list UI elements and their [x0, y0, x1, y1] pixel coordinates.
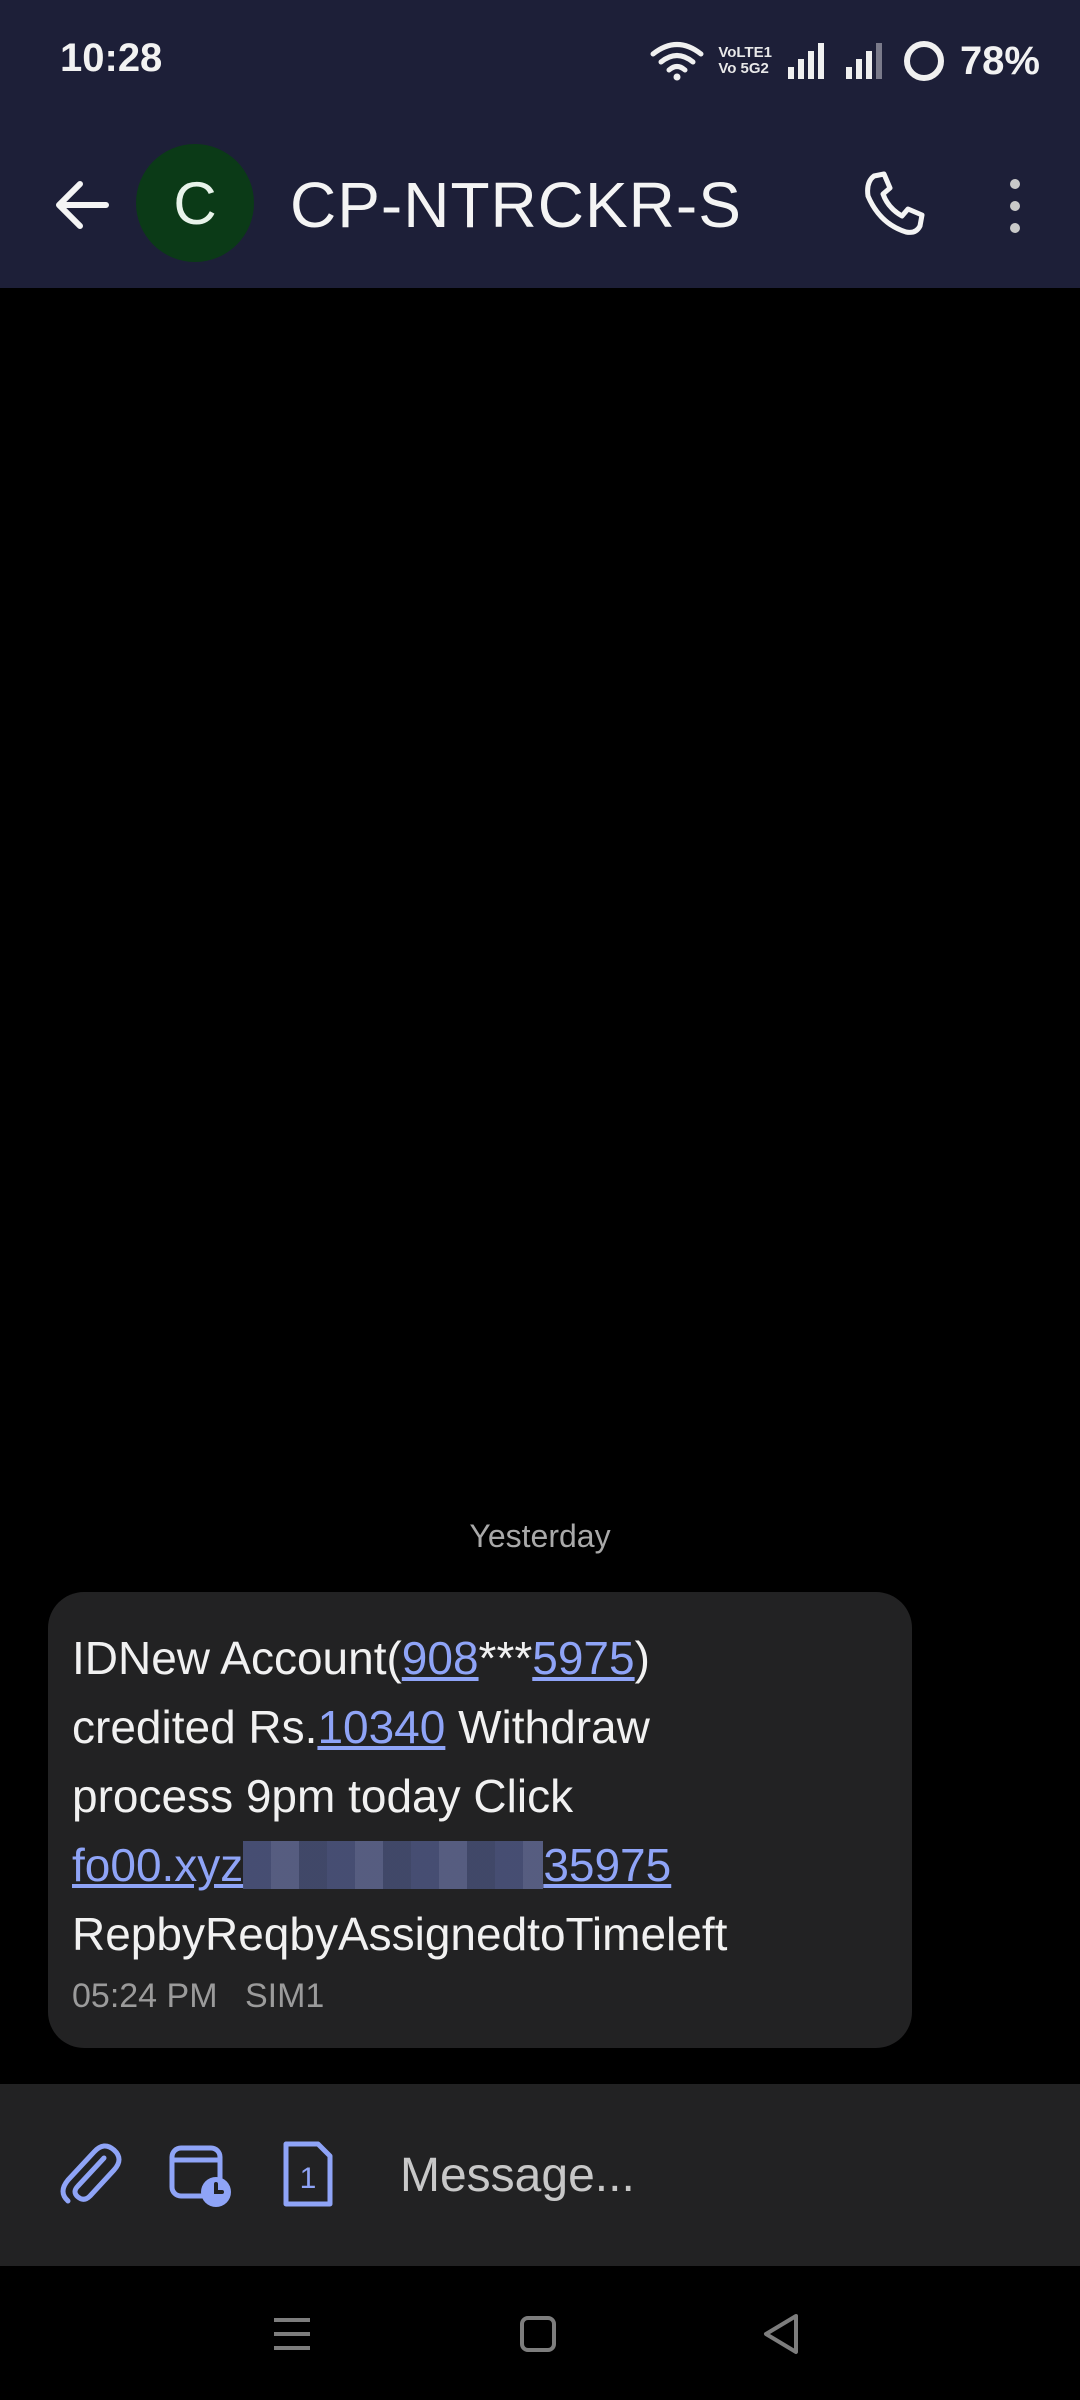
avatar[interactable]: C	[136, 144, 254, 262]
home-icon[interactable]	[508, 2304, 568, 2364]
message-input[interactable]	[400, 2140, 1000, 2210]
message-bubble[interactable]: IDNew Account(908***5975) credited Rs.10…	[48, 1592, 912, 2048]
schedule-icon[interactable]	[158, 2134, 238, 2214]
message-sim: SIM1	[244, 1977, 325, 2015]
phone-icon[interactable]	[858, 168, 928, 240]
text-fragment: credited Rs.	[72, 1701, 318, 1753]
recents-icon[interactable]	[262, 2304, 322, 2364]
avatar-letter: C	[173, 169, 217, 237]
text-fragment: IDNew Account(	[72, 1632, 402, 1684]
message-time: 05:24 PM	[72, 1977, 218, 2015]
top-bar: 10:28 VoLTE1 Vo 5G2 78% C CP-NTRCKR-S	[0, 0, 1080, 288]
message-line: IDNew Account(908***5975)	[72, 1624, 888, 1693]
signal-icon-sim2	[845, 43, 882, 79]
paperclip-icon[interactable]	[50, 2134, 130, 2214]
message-meta: 05:24 PM SIM1	[72, 1977, 888, 2016]
sim-icon[interactable]: 1	[268, 2134, 348, 2214]
url-link-end: 35975	[543, 1839, 672, 1891]
conversation-header: C CP-NTRCKR-S	[0, 130, 1080, 280]
status-bar: 10:28 VoLTE1 Vo 5G2 78%	[0, 0, 1080, 120]
message-text: IDNew Account(908***5975) credited Rs.10…	[72, 1624, 888, 1969]
redacted-block	[243, 1841, 544, 1889]
volte-top-label: VoLTE1	[718, 44, 772, 61]
date-separator: Yesterday	[469, 1518, 611, 1554]
text-fragment: )	[634, 1632, 650, 1684]
volte-indicator: VoLTE1 Vo 5G2	[718, 45, 772, 77]
svg-text:1: 1	[300, 2162, 317, 2195]
status-icons: VoLTE1 Vo 5G2 78%	[650, 36, 1040, 86]
contact-title: CP-NTRCKR-S	[290, 169, 742, 241]
url-link[interactable]: fo00.xyz 35975	[72, 1839, 671, 1891]
phone-link[interactable]: 908	[402, 1632, 479, 1684]
back-arrow-icon[interactable]	[48, 170, 118, 240]
message-line: fo00.xyz 35975	[72, 1831, 888, 1900]
wifi-icon	[650, 42, 704, 81]
nav-back-icon[interactable]	[752, 2304, 812, 2364]
number-link[interactable]: 10340	[317, 1701, 445, 1753]
message-line: RepbyReqbyAssignedtoTimeleft	[72, 1908, 728, 1960]
message-line: process 9pm today Click	[72, 1770, 574, 1822]
text-fragment: ***	[478, 1632, 533, 1684]
signal-icon-sim1	[787, 43, 824, 79]
volte-bottom-label: Vo 5G2	[718, 60, 769, 77]
system-nav-bar	[0, 2266, 1080, 2400]
url-link-start: fo00.xyz	[72, 1839, 244, 1891]
message-line: credited Rs.10340 Withdraw	[72, 1693, 888, 1762]
text-fragment: Withdraw	[445, 1701, 650, 1753]
compose-bar: 1	[0, 2084, 1080, 2266]
phone-link[interactable]: 5975	[532, 1632, 634, 1684]
status-time: 10:28	[60, 36, 163, 80]
battery-percent: 78%	[959, 38, 1040, 83]
more-vert-icon[interactable]	[1000, 176, 1030, 236]
battery-icon	[903, 41, 944, 81]
